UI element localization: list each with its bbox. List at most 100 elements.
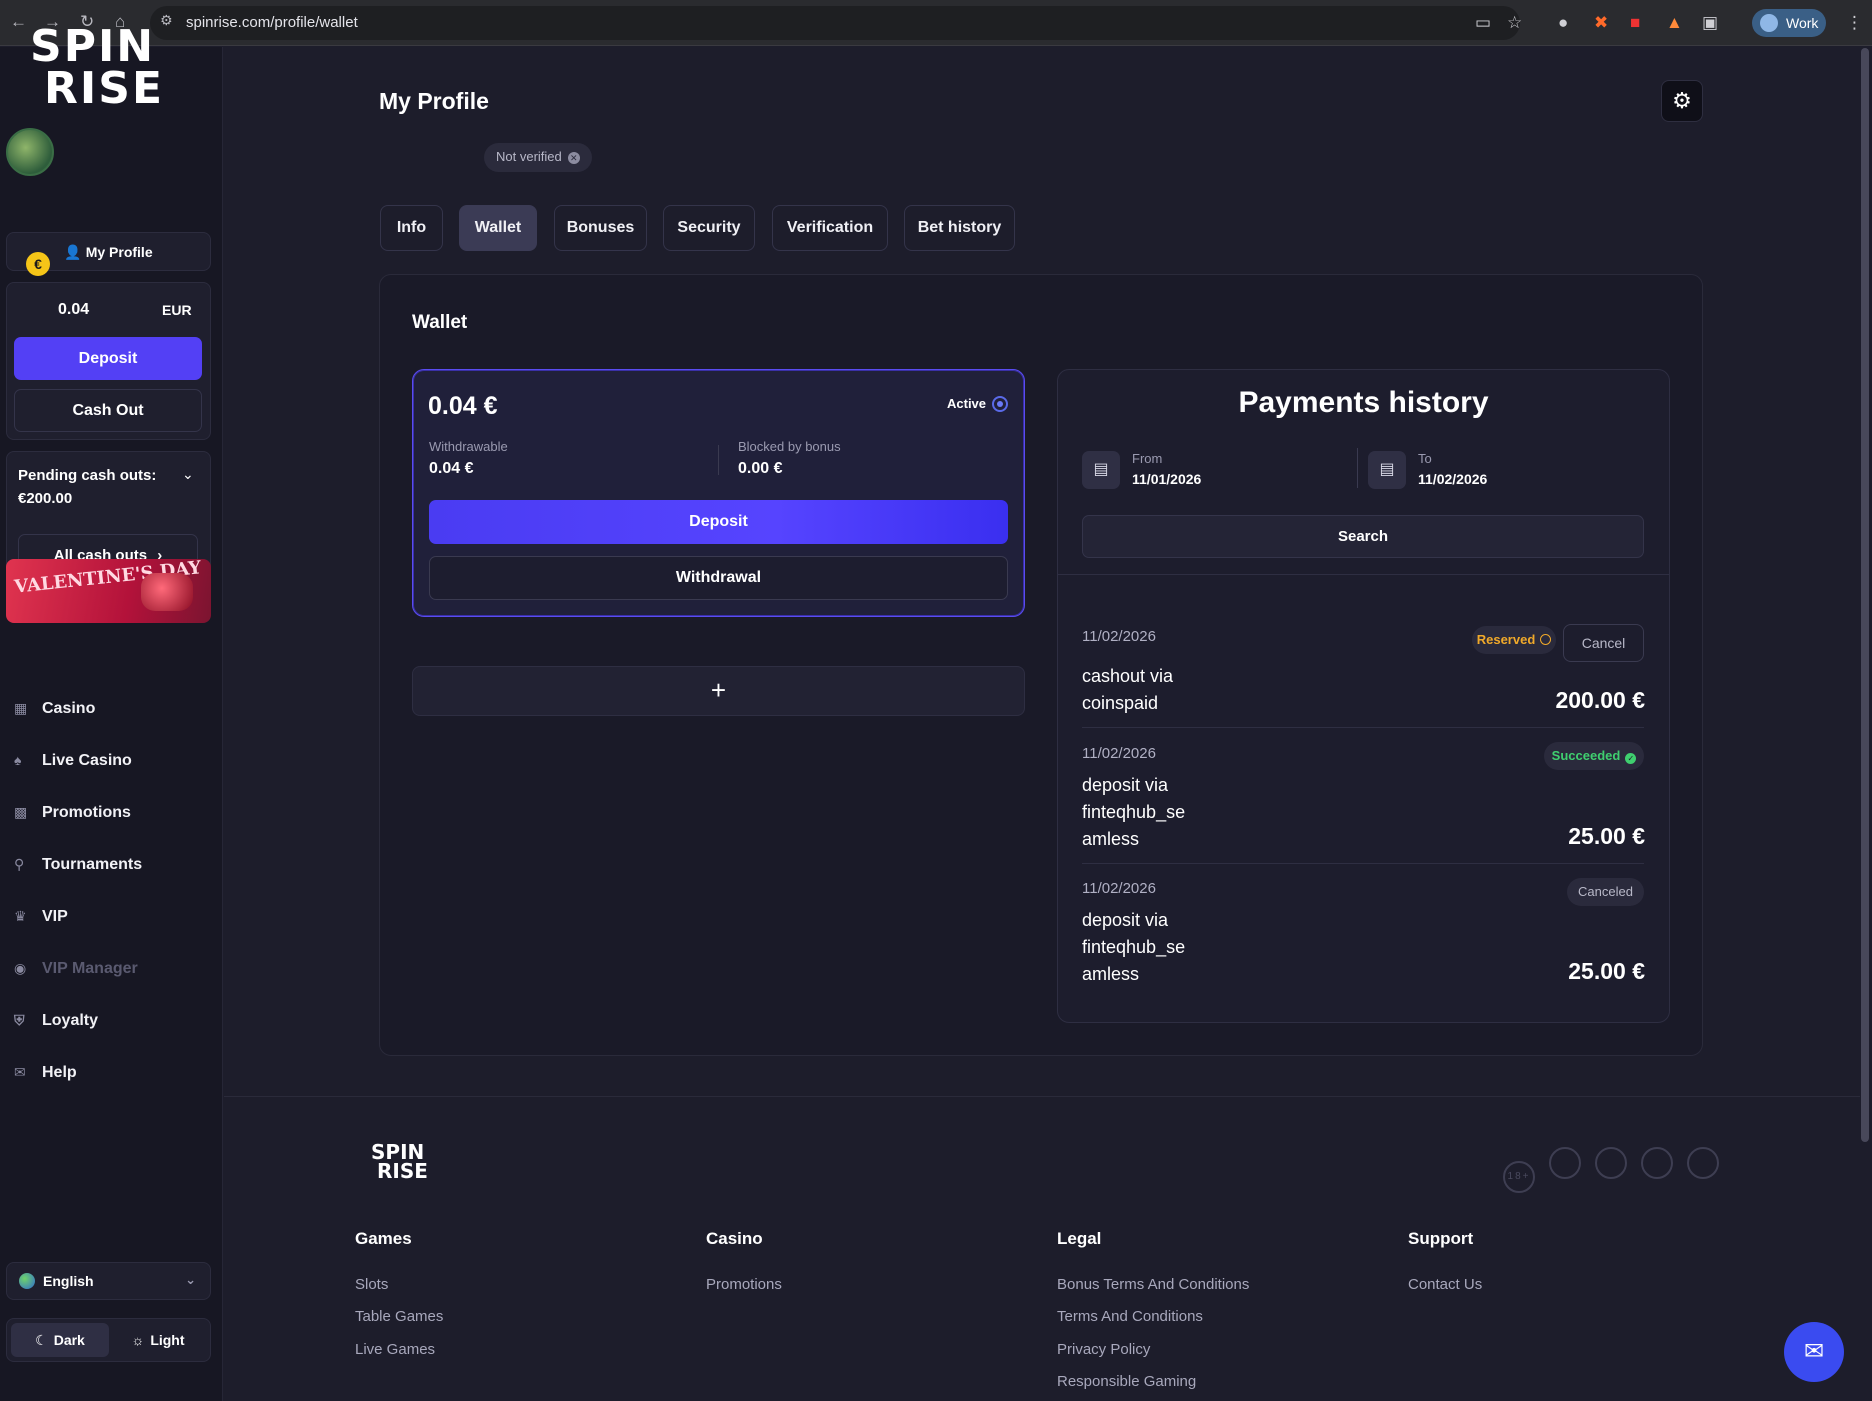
gift-image <box>141 573 193 611</box>
check-circle-icon: ✓ <box>1625 753 1637 764</box>
scrollbar[interactable] <box>1861 48 1869 1142</box>
extension-icon[interactable]: ▲ <box>1666 13 1683 33</box>
back-icon[interactable]: ← <box>10 12 27 32</box>
cancel-button[interactable]: Cancel <box>1563 624 1644 662</box>
transaction-date: 11/02/2026 <box>1082 880 1156 897</box>
cast-icon[interactable]: ▭ <box>1475 13 1491 33</box>
deposit-button[interactable]: Deposit <box>14 337 202 380</box>
certification-badges: 18+ <box>1503 1147 1733 1193</box>
transaction-amount: 25.00 € <box>1568 823 1645 849</box>
footer-link[interactable]: Contact Us <box>1408 1276 1482 1293</box>
footer-link[interactable]: Privacy Policy <box>1057 1341 1150 1358</box>
balance-amount: 0.04 <box>58 301 90 318</box>
sidebar-item-live-casino[interactable]: ♠ Live Casino <box>14 752 132 770</box>
footer-logo[interactable]: SPIN RISE <box>371 1142 428 1181</box>
trophy-icon: ⚲ <box>14 856 25 872</box>
puzzle-icon[interactable]: ▣ <box>1702 13 1718 33</box>
blocked-by-bonus-label: Blocked by bonus <box>738 439 841 454</box>
footer-link[interactable]: Slots <box>355 1276 388 1293</box>
sidebar-item-tournaments[interactable]: ⚲ Tournaments <box>14 856 142 874</box>
gear-icon: ⚙ <box>1672 88 1692 113</box>
shield-icon: ⛨ <box>14 1012 25 1028</box>
calendar-icon[interactable]: ▤ <box>1082 451 1120 489</box>
footer-link[interactable]: Responsible Gaming <box>1057 1373 1196 1390</box>
chat-bubble-icon: ✉ <box>1803 1338 1825 1365</box>
sidebar-item-help[interactable]: ✉ Help <box>14 1064 77 1082</box>
extension-icon[interactable]: ✖ <box>1594 13 1608 33</box>
page-title: My Profile <box>379 88 489 114</box>
globe-icon <box>19 1273 35 1289</box>
to-label: To <box>1418 451 1432 466</box>
withdrawal-button[interactable]: Withdrawal <box>429 556 1008 600</box>
tab-bonuses[interactable]: Bonuses <box>554 205 647 251</box>
transaction-date: 11/02/2026 <box>1082 745 1156 762</box>
wallet-heading: Wallet <box>412 312 468 333</box>
info-icon <box>1540 634 1552 645</box>
footer-heading-casino: Casino <box>706 1229 763 1248</box>
footer-heading-support: Support <box>1408 1229 1474 1248</box>
age-18-badge: 18+ <box>1503 1161 1535 1193</box>
spade-icon: ♠ <box>14 752 22 768</box>
sidebar-item-vip[interactable]: ♛ VIP <box>14 908 68 926</box>
url-text[interactable]: spinrise.com/profile/wallet <box>186 14 358 31</box>
language-select[interactable]: English ⌄ <box>6 1262 211 1300</box>
withdrawable-value: 0.04 € <box>429 460 474 477</box>
mail-icon: ✉ <box>14 1064 26 1080</box>
theme-toggle: ☾ Dark ☼ Light <box>6 1318 211 1362</box>
crown-icon: ♛ <box>14 908 27 924</box>
theme-light-button[interactable]: ☼ Light <box>109 1323 207 1357</box>
theme-dark-button[interactable]: ☾ Dark <box>11 1323 109 1357</box>
add-wallet-button[interactable]: + <box>412 666 1025 716</box>
menu-dots-icon[interactable]: ⋮ <box>1846 13 1863 33</box>
sidebar-item-loyalty[interactable]: ⛨ Loyalty <box>14 1012 98 1030</box>
transaction-date: 11/02/2026 <box>1082 628 1156 645</box>
extension-icon[interactable]: ● <box>1558 13 1568 33</box>
footer-link[interactable]: Bonus Terms And Conditions <box>1057 1276 1249 1293</box>
transaction-description: cashout via coinspaid <box>1082 666 1174 713</box>
to-date-field[interactable]: 11/02/2026 <box>1418 471 1487 487</box>
tab-bet-history[interactable]: Bet history <box>904 205 1015 251</box>
tab-info[interactable]: Info <box>380 205 443 251</box>
user-icon: 👤 <box>64 244 82 260</box>
tab-verification[interactable]: Verification <box>772 205 888 251</box>
avatar[interactable] <box>6 128 54 176</box>
settings-button[interactable]: ⚙ <box>1661 80 1703 122</box>
logo[interactable]: SPIN RISE <box>30 25 190 116</box>
profile-button[interactable]: Work <box>1752 9 1826 37</box>
wallet-amount: 0.04 € <box>428 392 498 420</box>
footer-link[interactable]: Terms And Conditions <box>1057 1308 1203 1325</box>
sidebar-item-promotions[interactable]: ▩ Promotions <box>14 804 131 822</box>
from-label: From <box>1132 451 1163 466</box>
footer-divider <box>224 1096 1860 1097</box>
tab-wallet[interactable]: Wallet <box>459 205 537 251</box>
bookmark-star-icon[interactable]: ☆ <box>1507 13 1522 33</box>
chevron-down-icon[interactable]: ⌄ <box>182 466 194 483</box>
moon-icon: ☾ <box>35 1332 48 1348</box>
calendar-icon[interactable]: ▤ <box>1368 451 1406 489</box>
wallet-deposit-button[interactable]: Deposit <box>429 500 1008 544</box>
transaction-amount: 25.00 € <box>1568 958 1645 984</box>
sidebar-item-casino[interactable]: ▦ Casino <box>14 700 95 718</box>
active-radio[interactable] <box>992 396 1008 412</box>
sidebar-item-vip-manager[interactable]: ◉ VIP Manager <box>14 960 138 978</box>
cert-badge <box>1687 1147 1719 1179</box>
tab-security[interactable]: Security <box>663 205 755 251</box>
footer-link[interactable]: Table Games <box>355 1308 443 1325</box>
divider <box>718 445 719 475</box>
divider <box>1082 863 1644 864</box>
chat-button[interactable]: ✉ <box>1784 1322 1844 1382</box>
pending-cashouts[interactable]: Pending cash outs: €200.00 <box>18 464 156 510</box>
search-button[interactable]: Search <box>1082 515 1644 558</box>
transaction-amount: 200.00 € <box>1555 687 1645 713</box>
cert-badge <box>1595 1147 1627 1179</box>
valentines-banner[interactable]: VALENTINE'S DAY <box>6 559 211 623</box>
footer-link[interactable]: Live Games <box>355 1341 435 1358</box>
cash-out-button[interactable]: Cash Out <box>14 389 202 432</box>
status-badge: Reserved <box>1472 626 1556 654</box>
active-label: Active <box>947 396 987 411</box>
from-date-field[interactable]: 11/01/2026 <box>1132 471 1201 487</box>
extension-icon[interactable]: ■ <box>1630 13 1640 33</box>
status-badge: Canceled <box>1567 878 1644 906</box>
footer-link[interactable]: Promotions <box>706 1276 782 1293</box>
transaction-description: deposit via finteqhub_se amless <box>1082 910 1186 984</box>
